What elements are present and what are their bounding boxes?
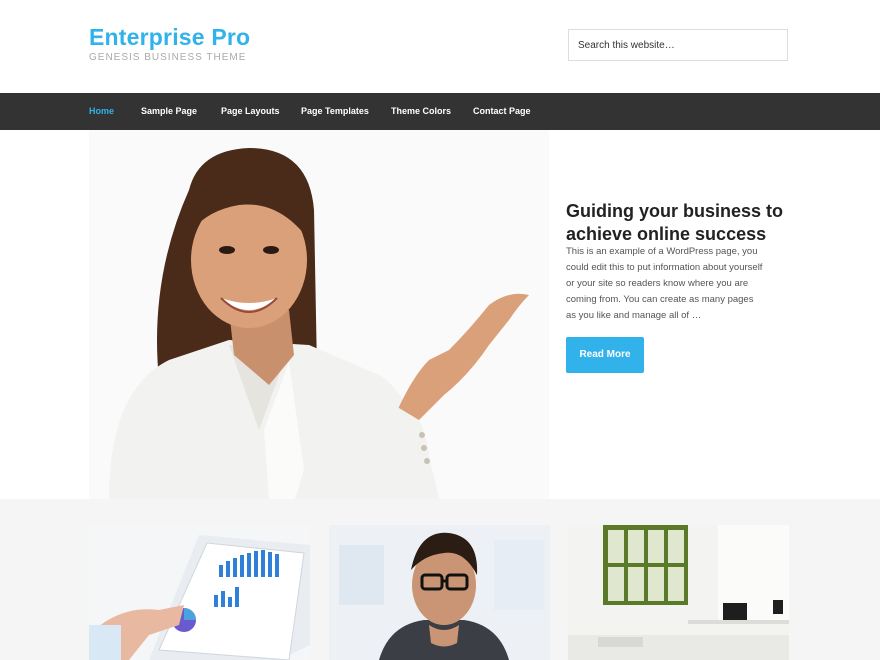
- site-tagline: GENESIS BUSINESS THEME: [89, 52, 247, 63]
- nav-item-sample-page[interactable]: Sample Page: [141, 93, 197, 130]
- nav-item-contact-page[interactable]: Contact Page: [473, 93, 531, 130]
- hero-title: Guiding your business to achieve online …: [566, 201, 784, 244]
- read-more-button[interactable]: Read More: [566, 337, 644, 373]
- office-interior-photo: [568, 525, 789, 660]
- main-navigation: Home Sample Page Page Layouts Page Templ…: [0, 93, 880, 130]
- nav-item-theme-colors[interactable]: Theme Colors: [391, 93, 451, 130]
- hero-photo: [89, 130, 549, 499]
- hero-text: This is an example of a WordPress page, …: [566, 246, 763, 321]
- tablet-chart-photo: [89, 525, 310, 660]
- search-input[interactable]: [568, 29, 788, 61]
- featured-card-office[interactable]: [568, 525, 789, 660]
- featured-card-tablet[interactable]: [89, 525, 310, 660]
- man-with-glasses-photo: [329, 525, 550, 660]
- nav-item-page-layouts[interactable]: Page Layouts: [221, 93, 280, 130]
- nav-item-home[interactable]: Home: [89, 93, 114, 130]
- site-header: Enterprise Pro GENESIS BUSINESS THEME: [0, 0, 880, 93]
- featured-card-man[interactable]: [329, 525, 550, 660]
- site-title[interactable]: Enterprise Pro: [89, 24, 250, 51]
- featured-strip: [0, 499, 880, 660]
- hero-section: Guiding your business to achieve online …: [0, 130, 880, 499]
- nav-item-page-templates[interactable]: Page Templates: [301, 93, 369, 130]
